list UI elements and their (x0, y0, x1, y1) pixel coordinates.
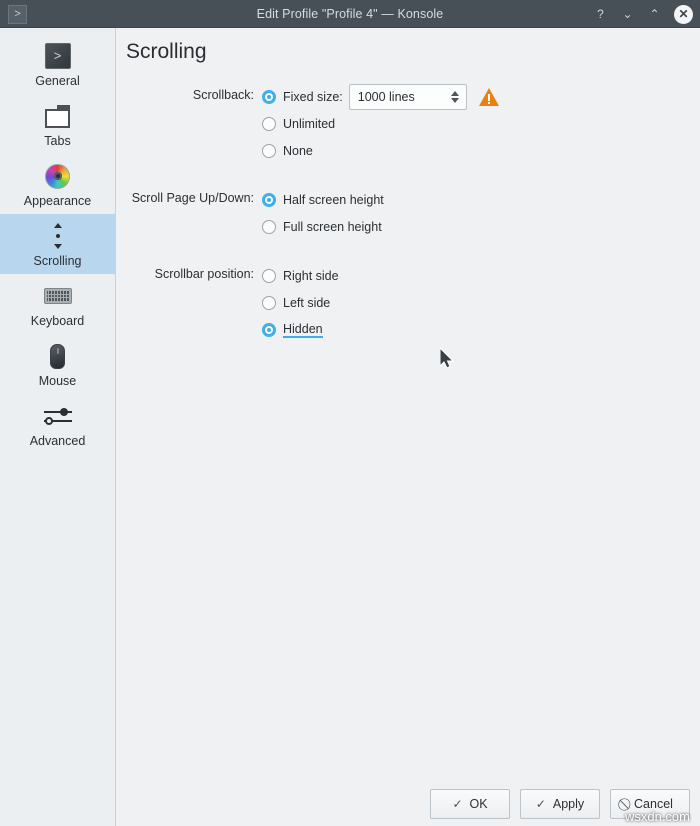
radio-label: Half screen height (283, 193, 384, 207)
sidebar-item-scrolling[interactable]: Scrolling (0, 214, 115, 274)
keyboard-icon (38, 281, 78, 311)
radio-full-screen-height[interactable]: Full screen height (262, 216, 384, 238)
sidebar-item-label: Scrolling (33, 254, 82, 268)
help-icon[interactable]: ? (593, 7, 608, 22)
ok-button[interactable]: ✓ OK (430, 789, 510, 819)
check-icon: ✓ (535, 797, 546, 811)
radio-left-side[interactable]: Left side (262, 292, 339, 314)
folder-icon (38, 101, 78, 131)
spinbox-arrows[interactable] (448, 91, 462, 103)
radio-unlimited[interactable]: Unlimited (262, 113, 499, 135)
settings-panel: Scrolling Scrollback: Fixed size: 1000 l… (116, 28, 700, 826)
radio-label: Hidden (283, 322, 323, 338)
radio-label: Unlimited (283, 117, 336, 131)
minimize-icon[interactable]: ⌄ (620, 7, 635, 22)
close-icon[interactable]: ✕ (674, 4, 693, 24)
mouse-cursor (439, 346, 455, 374)
radio-indicator[interactable] (262, 323, 276, 337)
radio-fixed-size[interactable]: Fixed size: 1000 lines (262, 84, 499, 110)
terminal-icon: > (38, 41, 78, 71)
apply-button[interactable]: ✓ Apply (520, 789, 600, 819)
radio-indicator[interactable] (262, 90, 276, 104)
radio-label: Full screen height (283, 220, 382, 234)
sidebar: > General Tabs Appearance Scrolling Keyb… (0, 28, 116, 826)
sidebar-item-label: Mouse (38, 374, 77, 388)
group-label: Scroll Page Up/Down: (131, 191, 254, 205)
radio-indicator[interactable] (262, 144, 276, 158)
sidebar-item-appearance[interactable]: Appearance (0, 154, 115, 214)
radio-label: None (283, 144, 313, 158)
spinbox-value: 1000 lines (357, 90, 415, 104)
sidebar-item-label: Advanced (29, 434, 86, 448)
sidebar-item-tabs[interactable]: Tabs (0, 94, 115, 154)
scroll-page-group: Scroll Page Up/Down: Half screen height … (116, 189, 700, 243)
radio-hidden[interactable]: Hidden (262, 319, 339, 341)
page-title: Scrolling (126, 40, 207, 63)
dialog-body: > General Tabs Appearance Scrolling Keyb… (0, 28, 700, 826)
sliders-icon (38, 401, 78, 431)
radio-none[interactable]: None (262, 140, 499, 162)
button-label: OK (469, 797, 488, 811)
radio-indicator[interactable] (262, 220, 276, 234)
terminal-icon: > (8, 5, 27, 24)
group-label: Scrollbar position: (154, 267, 254, 281)
sidebar-item-keyboard[interactable]: Keyboard (0, 274, 115, 334)
radio-indicator[interactable] (262, 117, 276, 131)
dialog-buttons: ✓ OK ✓ Apply ⃠ Cancel (116, 782, 700, 826)
sidebar-item-advanced[interactable]: Advanced (0, 394, 115, 454)
scroll-arrows-icon (38, 221, 78, 251)
radio-right-side[interactable]: Right side (262, 265, 339, 287)
radio-indicator[interactable] (262, 269, 276, 283)
radio-label: Fixed size: (283, 90, 343, 104)
scrolling-form: Scrollback: Fixed size: 1000 lines Unlim… (116, 64, 700, 346)
check-icon: ✓ (452, 797, 463, 811)
color-wheel-icon (38, 161, 78, 191)
sidebar-item-general[interactable]: > General (0, 34, 115, 94)
radio-label: Right side (283, 269, 339, 283)
edit-profile-dialog: > Edit Profile "Profile 4" — Konsole ? ⌄… (0, 0, 700, 826)
group-label: Scrollback: (192, 88, 254, 102)
mouse-icon (38, 341, 78, 371)
radio-indicator[interactable] (262, 296, 276, 310)
window-controls: ? ⌄ ⌃ ✕ (593, 0, 693, 28)
scrollback-lines-spinbox[interactable]: 1000 lines (348, 84, 467, 110)
chevron-down-icon[interactable] (450, 98, 459, 103)
sidebar-item-label: General (35, 74, 80, 88)
button-label: Apply (552, 797, 585, 811)
sidebar-item-label: Appearance (23, 194, 92, 208)
sidebar-item-label: Keyboard (30, 314, 85, 328)
warning-triangle-icon (478, 87, 499, 107)
maximize-icon[interactable]: ⌃ (647, 7, 662, 22)
sidebar-item-mouse[interactable]: Mouse (0, 334, 115, 394)
watermark: wsxdn.com (624, 809, 690, 824)
title-bar: > Edit Profile "Profile 4" — Konsole ? ⌄… (0, 0, 700, 28)
sidebar-item-label: Tabs (44, 134, 71, 148)
radio-indicator[interactable] (262, 193, 276, 207)
chevron-up-icon[interactable] (450, 91, 459, 96)
scrollback-group: Scrollback: Fixed size: 1000 lines Unlim… (116, 84, 700, 167)
radio-half-screen-height[interactable]: Half screen height (262, 189, 384, 211)
radio-label: Left side (283, 296, 331, 310)
scrollbar-position-group: Scrollbar position: Right side Left side (116, 265, 700, 346)
